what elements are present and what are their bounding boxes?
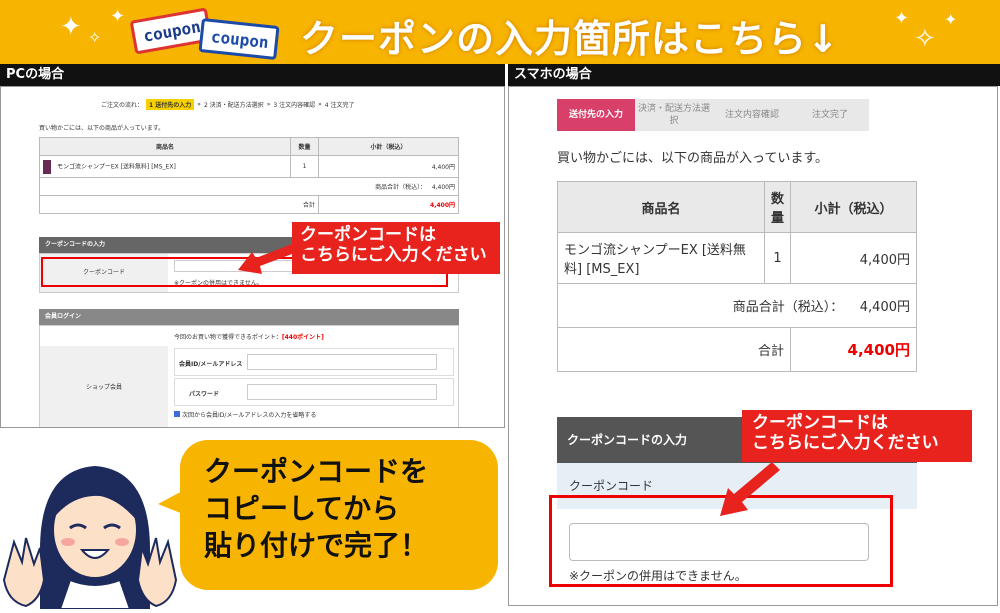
member-label: ショップ会員: [40, 346, 168, 427]
flow-lead: ご注文の流れ：: [101, 102, 144, 109]
sp-total-label: 商品合計（税込）：: [732, 300, 844, 315]
sp-checkout-screenshot: 送付先の入力 決済・配送方法選択 注文内容確認 注文完了 買い物かごには、以下の…: [508, 86, 998, 606]
sp-sum-label: 合計: [557, 327, 791, 372]
sparkle-icon: ✦: [944, 10, 958, 29]
speech-bubble: クーポンコードを コピーしてから 貼り付けで完了！: [158, 440, 498, 590]
pc-callout: クーポンコードは こちらにご入力ください: [292, 222, 500, 274]
col-name: 商品名: [39, 137, 291, 156]
pc-arrow-icon: [238, 240, 308, 274]
chevron-icon: »: [197, 101, 201, 108]
sp-cart-note: 買い物かごには、以下の商品が入っています。: [557, 151, 829, 166]
checkbox-icon[interactable]: [174, 411, 180, 417]
sp-callout: クーポンコードは こちらにご入力ください: [742, 410, 972, 462]
order-flow: ご注文の流れ： 1 送付先の入力 » 2 決済・配送方法選択 » 3 注文内容確…: [101, 99, 355, 110]
remember-label: 次回から会員ID/メールアドレスの入力を省略する: [182, 412, 317, 419]
sp-sum-value: 4,400円: [790, 327, 917, 372]
points-text: 今回のお買い物で獲得できるポイント：: [174, 334, 282, 341]
sparkle-icon: ✦: [894, 8, 910, 29]
character-area: [0, 430, 180, 610]
pc-section-header: PCの場合: [0, 64, 505, 86]
password-input[interactable]: [247, 384, 437, 400]
points-value: [440ポイント]: [281, 334, 324, 341]
chevron-icon: »: [266, 101, 271, 108]
flow-step-1: 1 送付先の入力: [146, 99, 195, 110]
col-subtotal: 小計（税込）: [318, 137, 459, 156]
sp-arrow-icon: [720, 462, 780, 516]
sum-value: 4,400円: [318, 195, 459, 214]
flow-step-3: 3 注文内容確認: [273, 102, 316, 109]
member-id-input[interactable]: [247, 354, 437, 370]
sum-label: 合計: [39, 195, 319, 214]
sp-item-price: 4,400円: [790, 232, 917, 284]
id-row: 会員ID/メールアドレス: [174, 348, 454, 376]
cart-note: 買い物かごには、以下の商品が入っています。: [39, 125, 165, 132]
bubble-text: クーポンコードを コピーしてから 貼り付けで完了！: [204, 455, 429, 562]
item-qty: 1: [290, 155, 319, 178]
total-label: 商品合計（税込）：: [375, 184, 427, 191]
sp-item-qty: 1: [763, 232, 792, 284]
remember-row: 次回から会員ID/メールアドレスの入力を省略する: [174, 410, 316, 419]
points-line: 今回のお買い物で獲得できるポイント：[440ポイント]: [174, 332, 324, 341]
login-section: ショップ会員 今回のお買い物で獲得できるポイント：[440ポイント] 会員ID/…: [39, 325, 459, 427]
sp-item-name[interactable]: モンゴ流シャンプーEX [送料無料] [MS_EX]: [557, 232, 765, 284]
cart-table: 商品名 数量 小計（税込） モンゴ流シャンプーEX [送料無料] [MS_EX] 1 4…: [39, 137, 459, 214]
col-qty: 数量: [290, 137, 319, 156]
id-label: 会員ID/メールアドレス: [179, 361, 243, 368]
pw-label: パスワード: [189, 391, 220, 398]
chevron-icon: »: [318, 101, 322, 108]
sp-step-1: 送付先の入力: [557, 99, 635, 131]
pw-row: パスワード: [174, 378, 454, 406]
bubble-tail-icon: [158, 488, 188, 516]
sparkle-icon: ✦: [60, 12, 82, 42]
coupon-ticket-icon: coupon: [198, 18, 280, 60]
sp-steps: 送付先の入力 決済・配送方法選択 注文内容確認 注文完了: [557, 99, 869, 131]
woman-character-icon: [2, 466, 178, 610]
sp-step-4: 注文完了: [791, 99, 869, 131]
sp-col-subtotal: 小計（税込）: [790, 181, 917, 233]
sp-section-header: スマホの場合: [508, 64, 1000, 86]
item-price: 4,400円: [318, 155, 459, 178]
total-value: 4,400円: [431, 184, 455, 191]
sp-step-3: 注文内容確認: [713, 99, 791, 131]
sp-total-value: 4,400円: [859, 300, 910, 315]
sp-col-qty: 数量: [763, 181, 792, 233]
banner-title: クーポンの入力箇所はこちら↓: [300, 17, 840, 61]
flow-step-4: 4 注文完了: [324, 102, 355, 109]
item-name[interactable]: モンゴ流シャンプーEX [送料無料] [MS_EX]: [57, 163, 176, 170]
sparkle-icon: ✧: [88, 28, 102, 47]
sparkle-icon: ✧: [914, 24, 936, 54]
sp-col-name: 商品名: [557, 181, 765, 233]
sp-cart-table: 商品名 数量 小計（税込） モンゴ流シャンプーEX [送料無料] [MS_EX] 1 4…: [557, 181, 917, 372]
login-section-bar: 会員ログイン: [39, 309, 459, 325]
sparkle-icon: ✦: [110, 6, 126, 27]
flow-step-2: 2 決済・配送方法選択: [203, 102, 264, 109]
sp-step-2: 決済・配送方法選択: [635, 99, 713, 131]
product-thumb-icon: [43, 159, 51, 174]
header-banner: ✦ ✧ ✦ coupon coupon クーポンの入力箇所はこちら↓ ✦ ✧ ✦: [0, 0, 1000, 64]
